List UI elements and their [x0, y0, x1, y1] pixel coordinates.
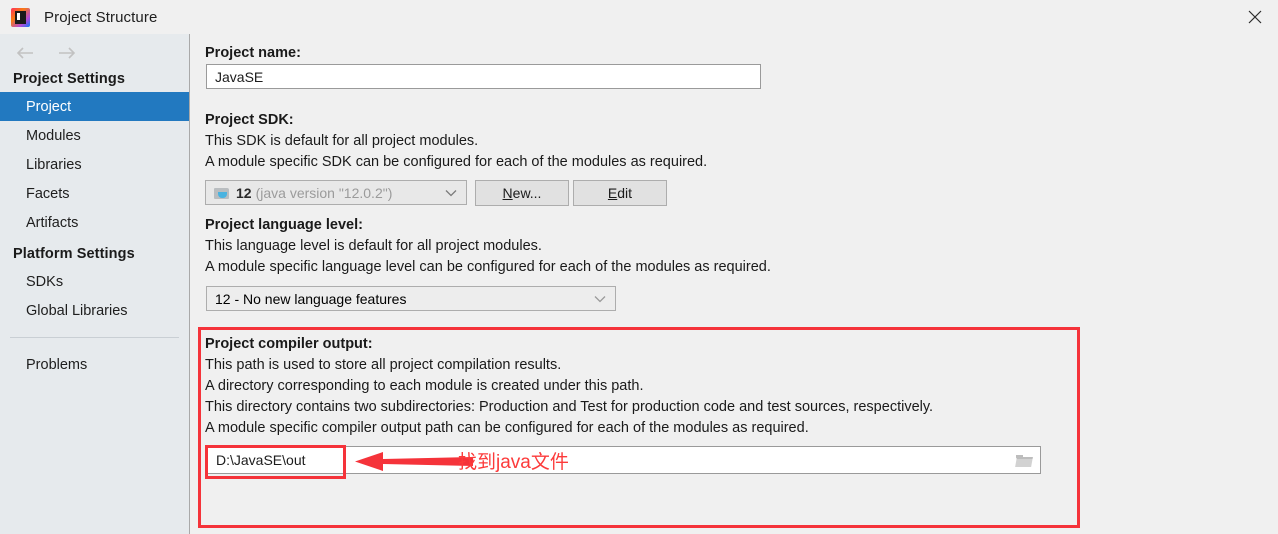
sidebar-nav-arrows: [0, 34, 189, 62]
project-sdk-label: Project SDK:: [205, 112, 294, 128]
compiler-output-label: Project compiler output:: [205, 336, 373, 352]
sidebar-item-label: SDKs: [26, 273, 64, 290]
language-level-desc-line2: A module specific language level can be …: [205, 259, 771, 275]
project-name-input[interactable]: JavaSE: [206, 64, 761, 89]
sidebar-item-project[interactable]: Project: [0, 92, 189, 121]
project-name-value: JavaSE: [215, 68, 264, 85]
sidebar-divider: [10, 337, 179, 338]
sidebar-item-label: Problems: [26, 356, 88, 373]
arrow-left-icon[interactable]: [14, 44, 36, 62]
compiler-output-desc-line1: This path is used to store all project c…: [205, 357, 562, 373]
title-bar: Project Structure: [0, 0, 1278, 34]
project-structure-dialog: Project Structure Project Settings Proje…: [0, 0, 1278, 534]
new-button-rest: ew...: [512, 185, 542, 201]
folder-browse-icon[interactable]: [1010, 449, 1038, 473]
sidebar-item-label: Artifacts: [26, 214, 79, 231]
sidebar-item-label: Project: [26, 98, 72, 115]
project-sdk-dropdown[interactable]: 12 (java version "12.0.2"): [205, 180, 467, 205]
chevron-down-icon: [445, 189, 457, 197]
arrow-right-icon[interactable]: [56, 44, 78, 62]
sidebar-item-facets[interactable]: Facets: [0, 179, 189, 208]
sidebar-group-header-platform-settings: Platform Settings: [13, 246, 135, 262]
edit-button-rest: dit: [617, 185, 633, 201]
compiler-output-desc-line3: This directory contains two subdirectori…: [205, 399, 934, 415]
sidebar-item-label: Modules: [26, 127, 81, 144]
intellij-idea-logo-icon: [11, 7, 30, 27]
sidebar-item-label: Libraries: [26, 156, 82, 173]
new-sdk-button[interactable]: New...: [475, 180, 569, 206]
project-sdk-version: 12: [236, 184, 252, 201]
project-name-label: Project name:: [205, 45, 301, 61]
window-title: Project Structure: [44, 8, 158, 26]
annotation-callout-text: 找到java文件: [458, 452, 569, 473]
sidebar-item-sdks[interactable]: SDKs: [0, 267, 189, 296]
chevron-down-icon: [594, 295, 606, 303]
project-sdk-desc-line2: A module specific SDK can be configured …: [205, 154, 708, 170]
compiler-output-desc-line4: A module specific compiler output path c…: [205, 420, 809, 436]
compiler-output-path-input[interactable]: D:\JavaSE\out: [206, 446, 1041, 474]
project-sdk-desc-line1: This SDK is default for all project modu…: [205, 133, 479, 149]
sidebar-item-libraries[interactable]: Libraries: [0, 150, 189, 179]
close-icon[interactable]: [1232, 0, 1278, 34]
compiler-output-desc-line2: A directory corresponding to each module…: [205, 378, 644, 394]
settings-sidebar: Project Settings Project Modules Librari…: [0, 34, 190, 534]
new-button-mnemonic: N: [502, 185, 513, 201]
language-level-dropdown[interactable]: 12 - No new language features: [206, 286, 616, 311]
java-sdk-folder-icon: [214, 186, 231, 200]
edit-sdk-button[interactable]: Edit: [573, 180, 667, 206]
sidebar-item-label: Global Libraries: [26, 302, 128, 319]
compiler-output-path-value: D:\JavaSE\out: [216, 452, 306, 468]
sidebar-group-header-project-settings: Project Settings: [13, 71, 125, 87]
sidebar-item-problems[interactable]: Problems: [0, 350, 189, 379]
project-settings-panel: Project name: JavaSE Project SDK: This S…: [191, 34, 1278, 534]
sidebar-item-modules[interactable]: Modules: [0, 121, 189, 150]
language-level-label: Project language level:: [205, 217, 363, 233]
left-arrow-annotation: [355, 452, 473, 471]
project-sdk-detail: (java version "12.0.2"): [255, 184, 393, 201]
sidebar-item-artifacts[interactable]: Artifacts: [0, 208, 189, 237]
sidebar-item-label: Facets: [26, 185, 70, 202]
sidebar-item-global-libraries[interactable]: Global Libraries: [0, 296, 189, 325]
edit-button-mnemonic: E: [607, 185, 618, 201]
language-level-value: 12 - No new language features: [215, 290, 407, 307]
language-level-desc-line1: This language level is default for all p…: [205, 238, 542, 254]
